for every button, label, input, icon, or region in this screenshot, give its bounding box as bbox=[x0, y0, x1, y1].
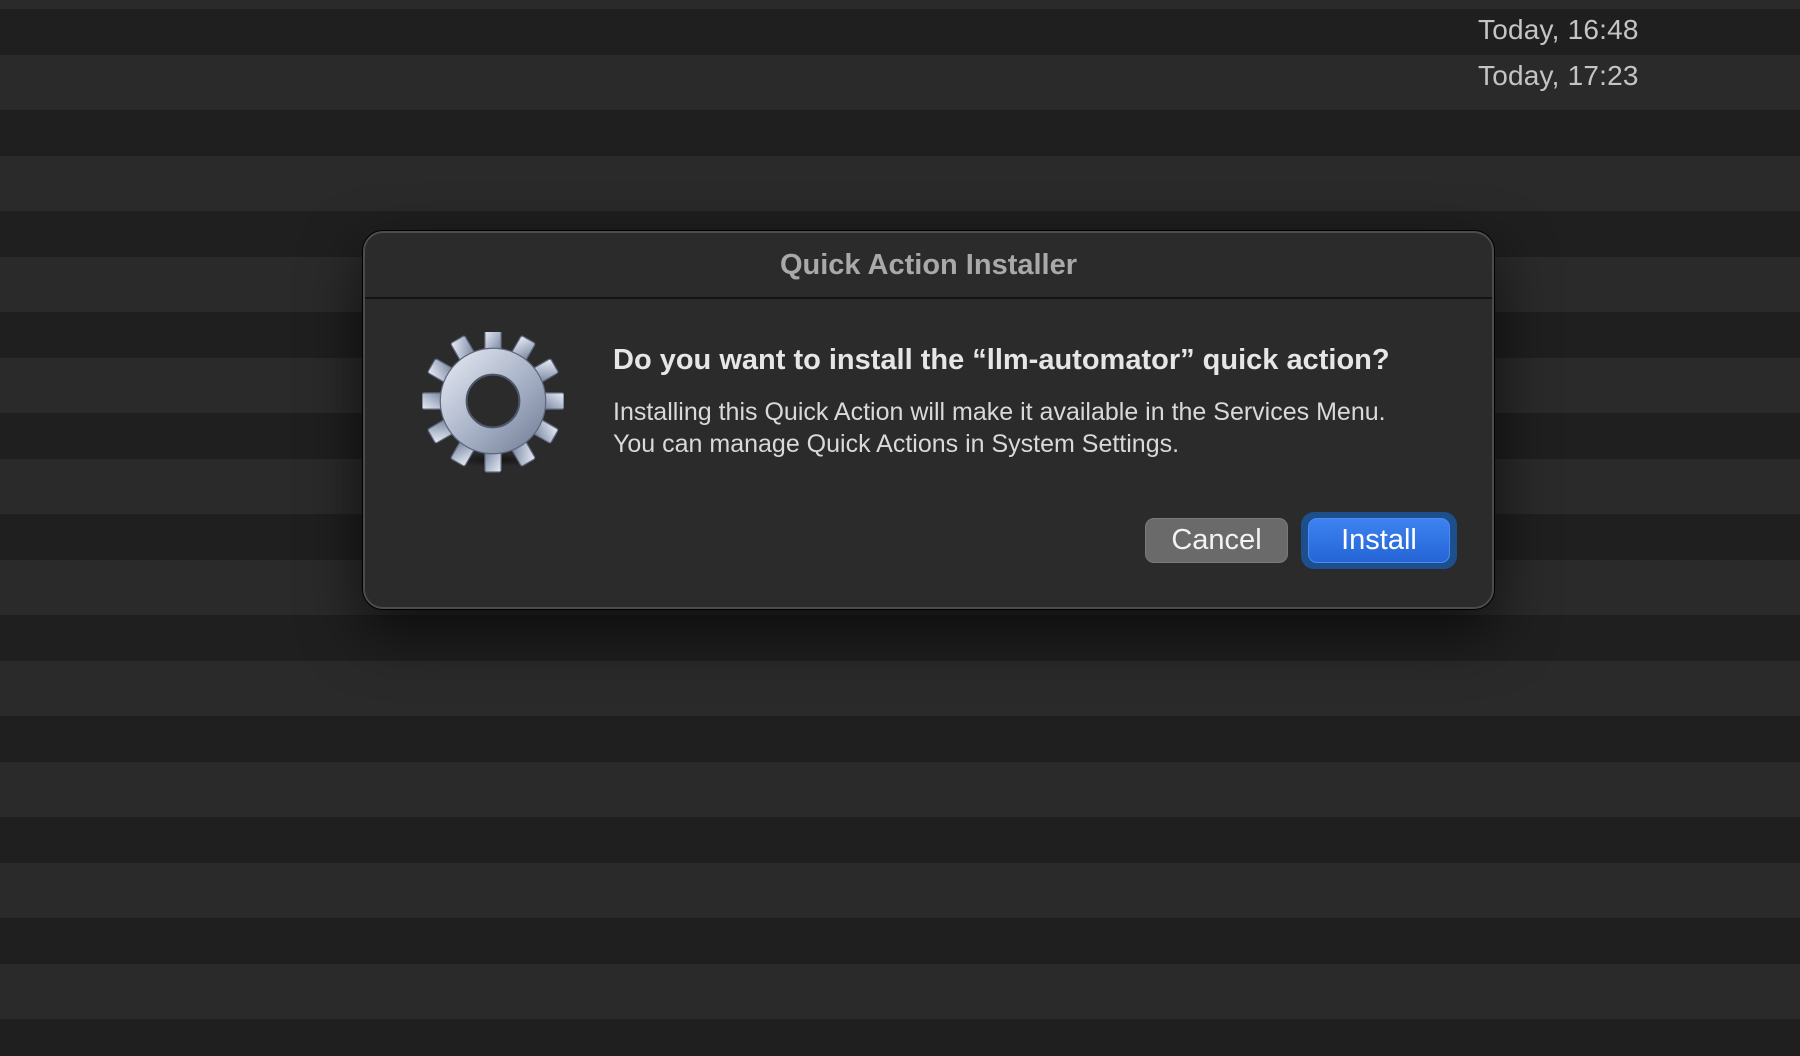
finder-list-background: Today, 16:48 Today, 17:23 Quick Action I… bbox=[0, 0, 1800, 1056]
cancel-button[interactable]: Cancel bbox=[1145, 518, 1288, 563]
list-row-date: Today, 17:23 bbox=[1478, 60, 1639, 91]
dialog-headline: Do you want to install the “llm-automato… bbox=[613, 344, 1390, 376]
gear-icon bbox=[422, 332, 564, 473]
dialog-titlebar: Quick Action Installer bbox=[365, 233, 1492, 299]
dialog-title: Quick Action Installer bbox=[779, 248, 1078, 281]
dialog-message: Do you want to install the “llm-automato… bbox=[613, 342, 1433, 460]
install-button[interactable]: Install bbox=[1308, 518, 1450, 563]
dialog-informative-text: Installing this Quick Action will make i… bbox=[613, 398, 1386, 458]
list-row-date: Today, 16:48 bbox=[1478, 14, 1639, 45]
install-quick-action-dialog: Quick Action Installer Do you want to in… bbox=[363, 231, 1494, 609]
